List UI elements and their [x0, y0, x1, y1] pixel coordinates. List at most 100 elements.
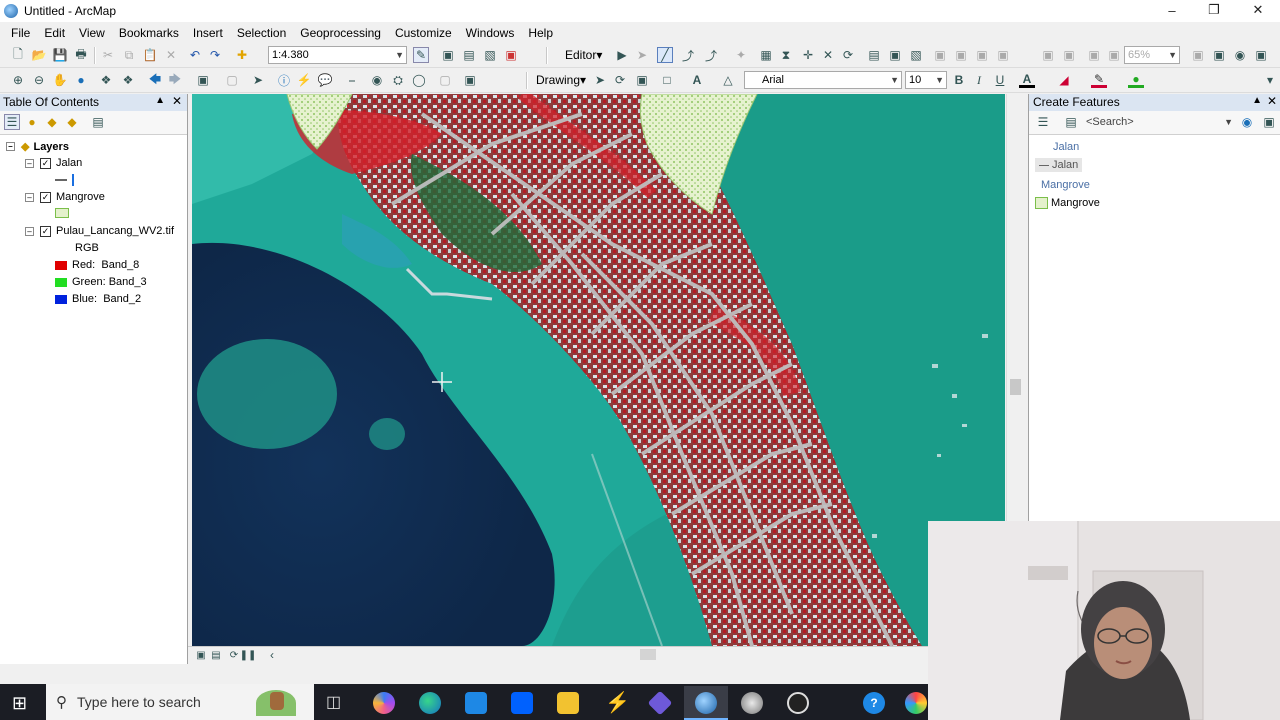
recorder-icon[interactable] — [787, 692, 809, 714]
pin-icon[interactable]: ▲ — [1252, 95, 1262, 106]
edit-tool-icon[interactable]: ▶ — [614, 47, 630, 63]
toc-layers-root[interactable]: – ◆ Layers — [6, 140, 69, 153]
layout-view-tab-icon[interactable]: ▤ — [208, 647, 224, 663]
new-document-icon[interactable]: 🗋 — [10, 47, 26, 63]
clear-selection-icon[interactable]: ▢ — [224, 72, 240, 88]
zoom-out-icon[interactable]: ⊖ — [31, 72, 47, 88]
collapse-icon[interactable]: – — [25, 158, 34, 168]
fill-color-icon[interactable]: ◢ — [1056, 72, 1072, 88]
menu-insert[interactable]: Insert — [186, 26, 230, 40]
menu-bookmarks[interactable]: Bookmarks — [112, 26, 186, 40]
find-route-icon[interactable]: ⛭ — [390, 72, 406, 88]
search-icon[interactable]: ◉ — [1239, 114, 1255, 130]
add-data-icon[interactable]: ✚ — [234, 47, 250, 63]
font-name-combo[interactable]: Arial ▼ — [744, 71, 902, 89]
edit-annotation-icon[interactable]: ➤ — [634, 47, 650, 63]
select-features-icon[interactable]: ▣ — [195, 72, 211, 88]
collapse-icon[interactable]: – — [25, 192, 34, 202]
select-elements-icon[interactable]: ➤ — [592, 72, 608, 88]
measure-icon[interactable]: ⎯ — [344, 72, 360, 88]
bold-button[interactable]: B — [951, 72, 967, 88]
copy-icon[interactable]: ⧉ — [121, 47, 137, 63]
text-tool[interactable]: A — [689, 72, 705, 88]
zoom-in-icon[interactable]: ⊕ — [10, 72, 26, 88]
close-icon[interactable]: ✕ — [1236, 0, 1280, 20]
layout-tool-icon[interactable]: ▣ — [1190, 47, 1206, 63]
straight-segment-icon[interactable]: ╱ — [657, 47, 673, 63]
redo-icon[interactable]: ↷ — [207, 47, 223, 63]
find-icon[interactable]: ◉ — [369, 72, 385, 88]
mangrove-symbol[interactable] — [55, 208, 69, 218]
editor-toolbar-icon[interactable]: ✎ — [413, 47, 429, 63]
disabled-tool-icon[interactable]: ▣ — [1040, 47, 1056, 63]
drawing-menu[interactable]: Drawing▾ — [536, 73, 586, 87]
map-scale-combo[interactable]: 1:4.380 ▼ — [268, 46, 407, 64]
dropbox-icon[interactable] — [511, 692, 533, 714]
trace-icon[interactable]: ⤴ — [680, 47, 696, 63]
scrollbar-thumb[interactable] — [1010, 379, 1021, 395]
windows-start-icon[interactable]: ⊞ — [12, 693, 27, 714]
menu-geoprocessing[interactable]: Geoprocessing — [293, 26, 388, 40]
list-by-visibility-icon[interactable]: ◆ — [44, 114, 60, 130]
globe-app-icon[interactable] — [741, 692, 763, 714]
go-to-xy-icon[interactable]: ◯ — [411, 72, 427, 88]
arcmap-icon[interactable] — [695, 692, 717, 714]
time-slider-icon[interactable]: ▢ — [437, 72, 453, 88]
cut-polygon-icon[interactable]: ✛ — [800, 47, 816, 63]
mail-icon[interactable] — [465, 692, 487, 714]
layer-visibility-checkbox[interactable]: ✓ — [40, 157, 51, 169]
disabled-tool-icon[interactable]: ▣ — [932, 47, 948, 63]
file-explorer-icon[interactable] — [557, 692, 579, 714]
pause-drawing-icon[interactable]: ❚❚ — [240, 647, 257, 663]
organize-templates-icon[interactable]: ▤ — [1063, 114, 1079, 130]
open-folder-icon[interactable]: 📂 — [31, 47, 47, 63]
underline-button[interactable]: U — [992, 72, 1008, 88]
marker-color-icon[interactable]: ● — [1128, 72, 1144, 88]
back-extent-icon[interactable]: 🡄 — [147, 72, 163, 88]
pin-icon[interactable]: ▲ — [155, 95, 165, 106]
horizontal-scrollbar-thumb[interactable] — [640, 649, 656, 660]
disabled-tool-icon[interactable]: ▣ — [1106, 47, 1122, 63]
attributes-icon[interactable]: ▤ — [866, 47, 882, 63]
template-search-input[interactable]: <Search> ▼ — [1083, 114, 1235, 132]
menu-edit[interactable]: Edit — [37, 26, 72, 40]
create-features-icon[interactable]: ▧ — [908, 47, 924, 63]
list-by-drawing-order-icon[interactable]: ☰ — [4, 114, 20, 130]
fixed-zoom-in-icon[interactable]: ❖ — [98, 72, 114, 88]
toolbar-options-icon[interactable]: ▾ — [1262, 72, 1278, 88]
menu-help[interactable]: Help — [521, 26, 560, 40]
paste-icon[interactable]: 📋 — [142, 47, 158, 63]
fixed-zoom-out-icon[interactable]: ❖ — [120, 72, 136, 88]
toc-layer-raster[interactable]: – ✓ Pulau_Lancang_WV2.tif — [25, 225, 174, 237]
point-tool-icon[interactable]: ⤴ — [703, 47, 719, 63]
font-size-combo[interactable]: 10 ▼ — [905, 71, 947, 89]
layout-tool-icon[interactable]: ▣ — [1211, 47, 1227, 63]
cut-icon[interactable]: ✂ — [100, 47, 116, 63]
jalan-symbol[interactable] — [55, 174, 74, 186]
menu-windows[interactable]: Windows — [459, 26, 522, 40]
collapse-icon[interactable]: – — [6, 142, 15, 151]
sketch-properties-icon[interactable]: ▣ — [887, 47, 903, 63]
python-icon[interactable]: ▣ — [503, 47, 519, 63]
split-icon[interactable]: ✕ — [820, 47, 836, 63]
binoculars-icon[interactable]: ◉ — [1232, 47, 1248, 63]
zoom-whole-page-icon[interactable]: ▣ — [634, 72, 650, 88]
minimize-icon[interactable]: – — [1150, 0, 1194, 20]
disabled-tool-icon[interactable]: ▣ — [953, 47, 969, 63]
toc-layer-mangrove[interactable]: – ✓ Mangrove — [25, 191, 105, 203]
disabled-tool-icon[interactable]: ▣ — [1086, 47, 1102, 63]
options-icon[interactable]: ▤ — [90, 114, 106, 130]
rectangle-icon[interactable]: □ — [659, 72, 675, 88]
data-view-icon[interactable]: ▣ — [440, 47, 456, 63]
forward-extent-icon[interactable]: 🡆 — [167, 72, 183, 88]
italic-button[interactable]: I — [971, 72, 987, 88]
restore-icon[interactable]: ❐ — [1192, 0, 1236, 20]
lightning-app-icon[interactable]: ⚡ — [605, 690, 630, 715]
select-elements-icon[interactable]: ➤ — [250, 72, 266, 88]
toc-layer-jalan[interactable]: – ✓ Jalan — [25, 157, 82, 169]
arctoolbox-icon[interactable]: ▧ — [482, 47, 498, 63]
layout-tool-icon[interactable]: ▣ — [1253, 47, 1269, 63]
data-view-tab-icon[interactable]: ▣ — [193, 647, 209, 663]
scroll-left-icon[interactable]: ‹ — [264, 647, 280, 663]
create-viewer-icon[interactable]: ▣ — [462, 72, 478, 88]
